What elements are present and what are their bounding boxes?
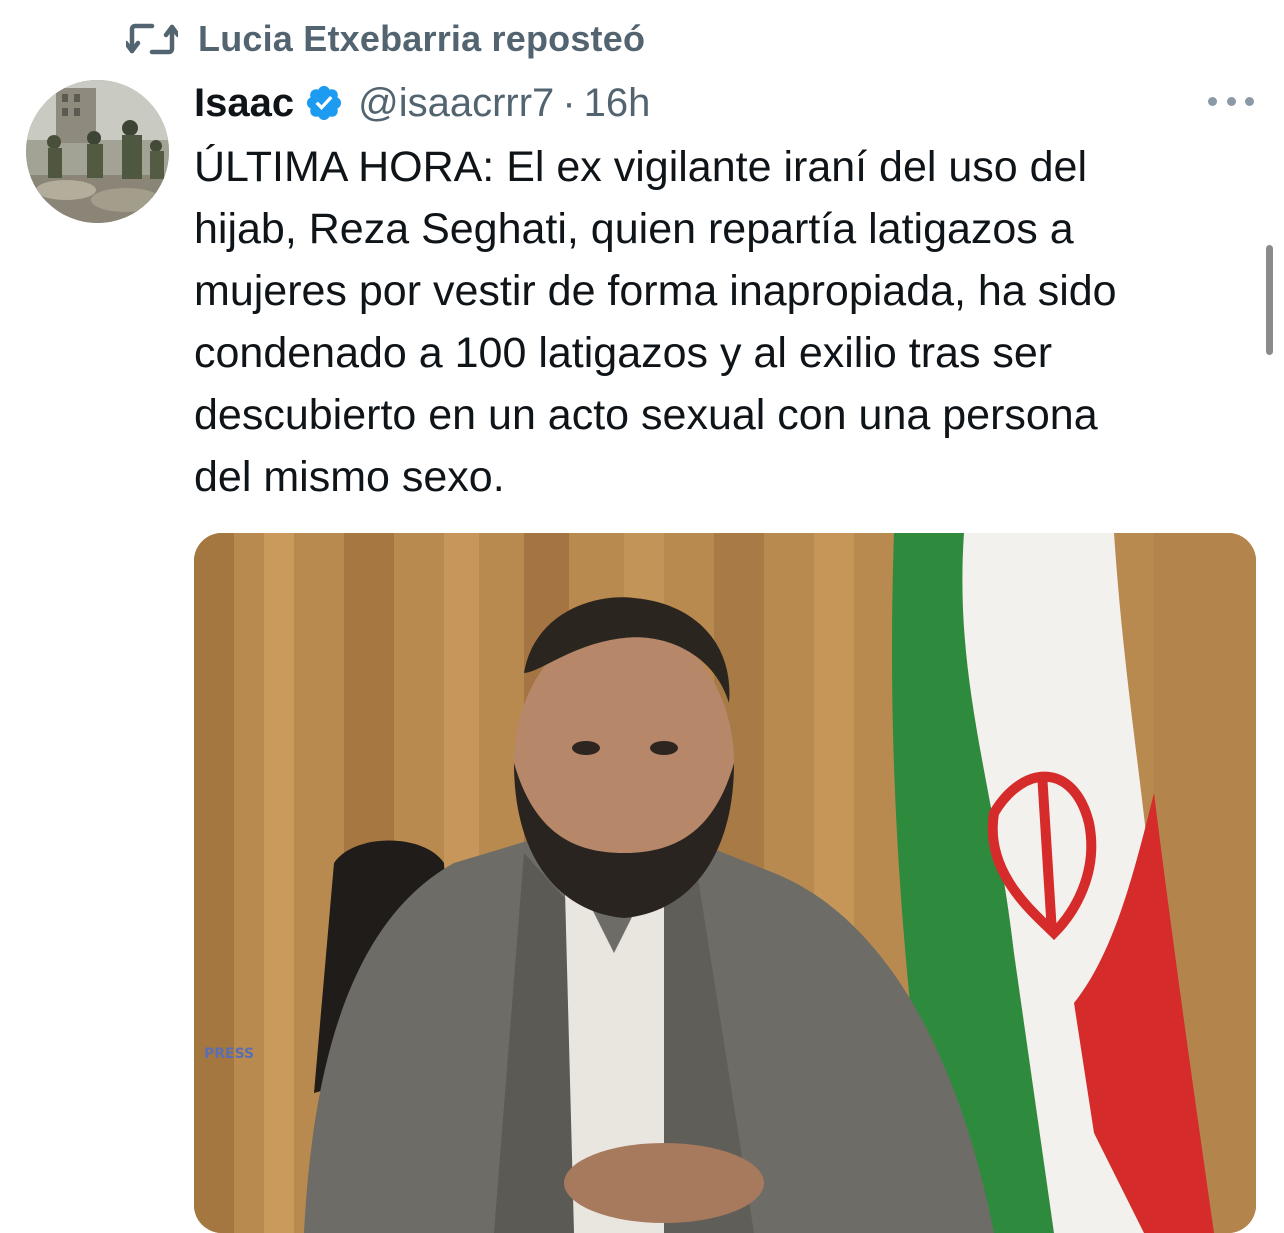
avatar-image	[26, 80, 169, 223]
tweet-media-image[interactable]: PRESS	[194, 533, 1256, 1233]
repost-icon	[126, 23, 178, 55]
dot	[1208, 96, 1217, 106]
author-name[interactable]: Isaac	[194, 81, 294, 126]
timestamp[interactable]: 16h	[584, 81, 651, 126]
dot	[1245, 96, 1254, 106]
verified-badge-icon[interactable]	[304, 83, 344, 123]
tweet-header: Isaac @isaacrrr7 · 16h	[194, 76, 650, 130]
media-watermark: PRESS	[204, 1046, 254, 1062]
media-photo: PRESS	[194, 533, 1256, 1233]
separator-dot: ·	[562, 80, 576, 125]
author-handle[interactable]: @isaacrrr7	[358, 81, 554, 126]
dot	[1226, 96, 1236, 106]
scrollbar[interactable]	[1266, 245, 1273, 355]
avatar[interactable]	[26, 80, 169, 223]
repost-label[interactable]: Lucia Etxebarria reposteó	[198, 18, 645, 60]
tweet-text: ÚLTIMA HORA: El ex vigilante iraní del u…	[194, 143, 1117, 501]
repost-context[interactable]: Lucia Etxebarria reposteó	[126, 14, 645, 64]
more-options-icon[interactable]	[1208, 88, 1254, 114]
